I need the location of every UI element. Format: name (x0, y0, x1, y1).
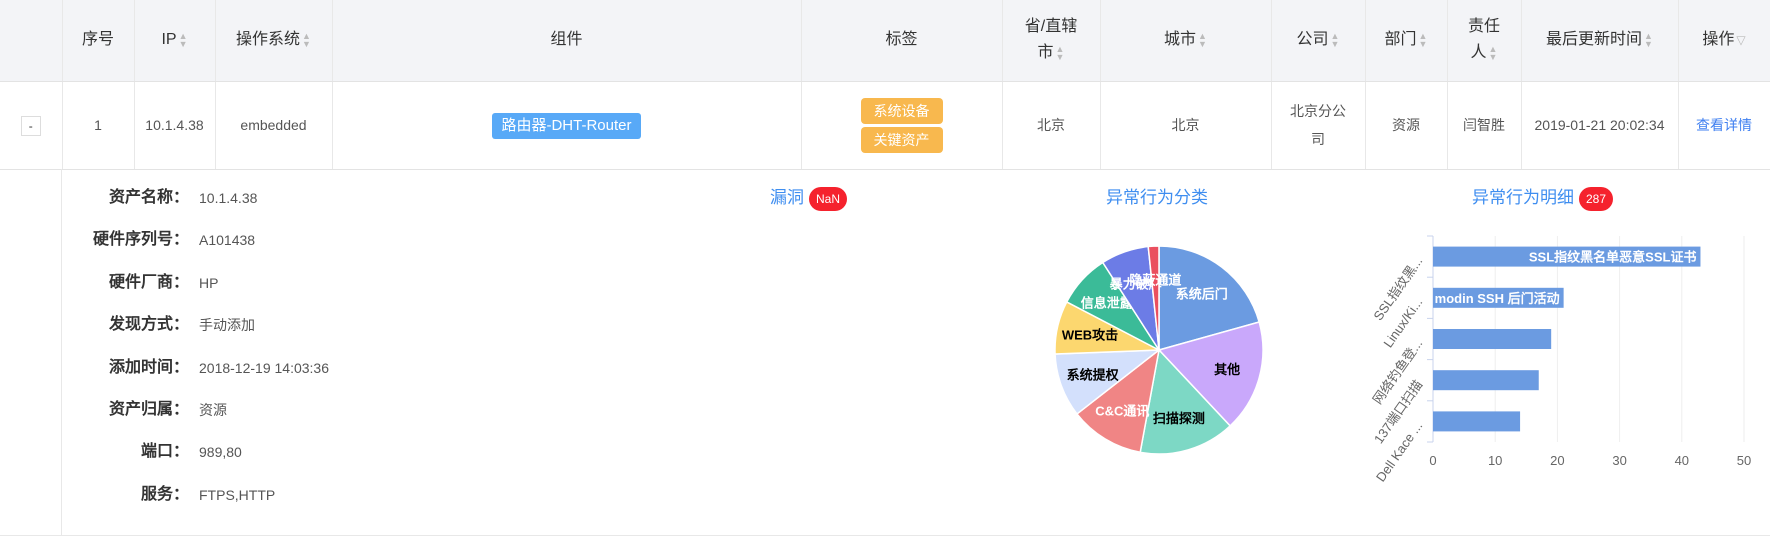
x-tick-label: 40 (1675, 453, 1689, 468)
x-tick-label: 50 (1737, 453, 1751, 468)
x-tick-label: 30 (1612, 453, 1626, 468)
bar[interactable] (1433, 370, 1539, 391)
x-tick-label: 10 (1488, 453, 1502, 468)
bar-label: SSL指纹黑名单恶意SSL证书 (1529, 250, 1697, 265)
pie-label: C&C通讯 (1095, 403, 1149, 418)
x-tick-label: 20 (1550, 453, 1564, 468)
pie-label: 其他 (1214, 362, 1240, 377)
pie-label: WEB攻击 (1062, 328, 1118, 343)
pie-label: 系统后门 (1176, 287, 1228, 302)
pie-label: 系统提权 (1067, 367, 1120, 382)
bar-label: modin SSH 后门活动 (1435, 291, 1560, 306)
bar[interactable] (1433, 411, 1521, 432)
charts-layer: 系统后门其他扫描探测C&C通讯系统提权WEB攻击信息泄露暴力破解隐蔽通道0 10 2… (1054, 235, 1751, 485)
pie-label: 隐蔽通道 (1129, 272, 1181, 287)
pie-label: 扫描探测 (1153, 411, 1205, 426)
x-tick-label: 0 (1429, 453, 1436, 468)
bar[interactable] (1433, 329, 1552, 349)
